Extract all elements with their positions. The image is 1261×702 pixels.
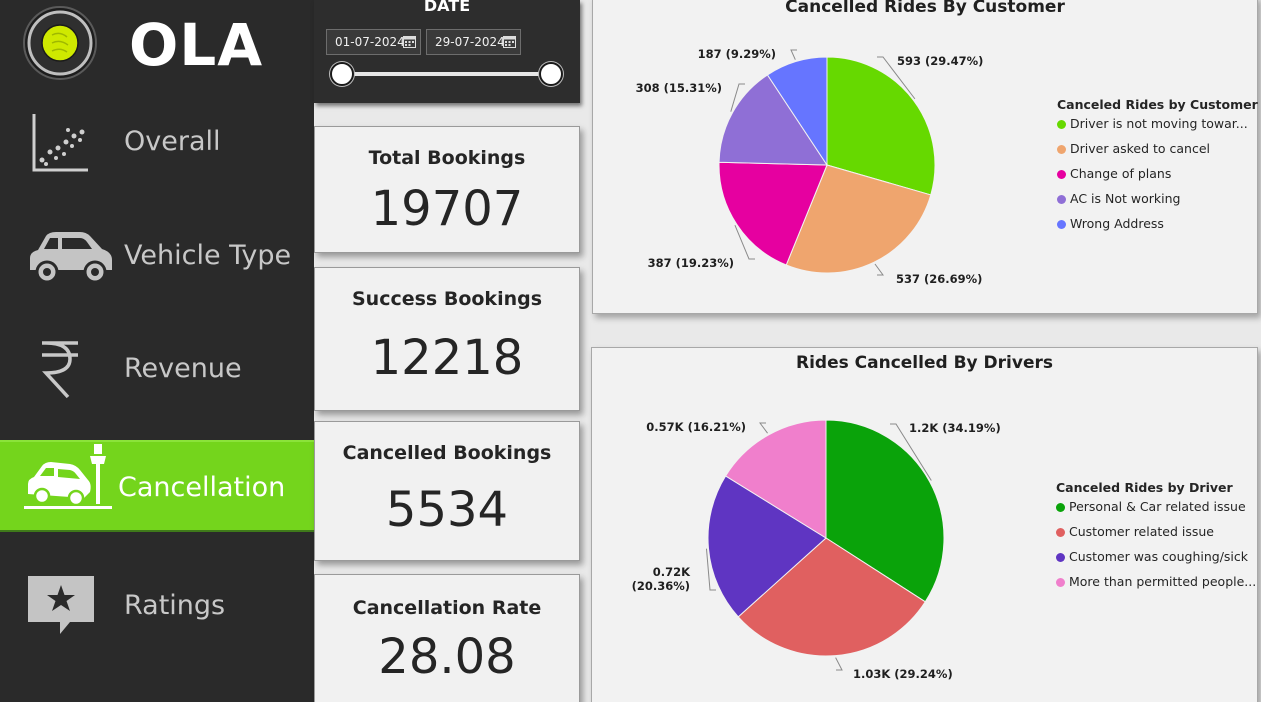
legend-item[interactable]: More than permitted people... <box>1056 574 1256 599</box>
nav-overall-label: Overall <box>124 126 221 157</box>
label-leader-line <box>874 263 884 276</box>
pie-data-label: 537 (26.69%) <box>896 272 982 286</box>
kpi-value: 12218 <box>370 330 524 386</box>
date-slicer-title: DATE <box>423 0 471 15</box>
legend-swatch <box>1056 553 1065 562</box>
kpi-value: 5534 <box>385 482 509 538</box>
legend-swatch <box>1057 195 1066 204</box>
legend-label: Change of plans <box>1070 166 1172 181</box>
legend-swatch <box>1057 120 1066 129</box>
legend-swatch <box>1057 220 1066 229</box>
kpi-title: Cancellation Rate <box>352 597 542 619</box>
legend-title: Canceled Rides by Customer <box>1057 97 1258 112</box>
driver-cancellations-chart: Rides Cancelled By Drivers 1.2K (34.19%)… <box>591 347 1258 702</box>
nav-revenue[interactable]: Revenue <box>0 323 314 415</box>
customer-cancellations-chart: Cancelled Rides By Customer 593 (29.47%)… <box>592 0 1258 314</box>
pie-data-label: 387 (19.23%) <box>648 256 734 270</box>
date-range-track[interactable] <box>342 72 552 76</box>
car-crash-icon <box>24 444 112 509</box>
calendar-icon <box>503 36 516 48</box>
kpi-value: 19707 <box>370 181 524 237</box>
kpi-success-bookings: Success Bookings 12218 <box>314 267 580 411</box>
legend-swatch <box>1056 503 1065 512</box>
nav-ratings[interactable]: Ratings <box>0 560 314 652</box>
kpi-cancelled-bookings: Cancelled Bookings 5534 <box>314 421 580 561</box>
nav-overall[interactable]: Overall <box>0 96 314 188</box>
pie-data-label: (20.36%) <box>632 579 690 593</box>
legend-item[interactable]: Customer was coughing/sick <box>1056 549 1256 574</box>
driver-legend: Canceled Rides by Driver Personal & Car … <box>1056 480 1256 599</box>
nav-cancellation[interactable]: Cancellation <box>0 440 314 532</box>
start-date-value: 01-07-2024 <box>335 35 405 49</box>
legend-label: Driver asked to cancel <box>1070 141 1211 156</box>
legend-swatch <box>1057 145 1066 154</box>
label-leader-line <box>790 49 797 60</box>
legend-item[interactable]: Driver asked to cancel <box>1057 141 1258 166</box>
kpi-total-bookings: Total Bookings 19707 <box>314 126 580 253</box>
date-slicer: DATE 01-07-2024 29-07-2024 <box>314 0 580 103</box>
nav-cancellation-label: Cancellation <box>118 472 286 503</box>
legend-label: Driver is not moving towar... <box>1070 116 1248 131</box>
kpi-value: 28.08 <box>378 629 516 685</box>
legend-swatch <box>1056 528 1065 537</box>
nav-vehicle-type-label: Vehicle Type <box>124 240 292 271</box>
pie-data-label: 308 (15.31%) <box>636 81 722 95</box>
legend-item[interactable]: Wrong Address <box>1057 216 1258 241</box>
nav-ratings-label: Ratings <box>124 590 226 621</box>
kpi-title: Total Bookings <box>368 147 526 169</box>
label-leader-line <box>759 422 768 434</box>
pie-data-label: 1.2K (34.19%) <box>909 421 1001 435</box>
legend-label: Personal & Car related issue <box>1069 499 1246 514</box>
scatter-chart-icon <box>32 114 88 172</box>
kpi-title: Cancelled Bookings <box>342 442 552 464</box>
pie-data-label: 593 (29.47%) <box>897 54 983 68</box>
nav-vehicle-type[interactable]: Vehicle Type <box>0 210 314 302</box>
legend-swatch <box>1057 170 1066 179</box>
pie-data-label: 0.57K (16.21%) <box>646 420 746 434</box>
car-icon <box>30 232 112 284</box>
legend-item[interactable]: AC is Not working <box>1057 191 1258 216</box>
ola-logo[interactable]: OLA <box>22 5 272 80</box>
calendar-icon <box>403 36 416 48</box>
range-end-handle[interactable] <box>539 62 563 86</box>
label-leader-line <box>835 657 843 671</box>
rupee-icon <box>42 341 78 399</box>
legend-swatch <box>1056 578 1065 587</box>
legend-item[interactable]: Change of plans <box>1057 166 1258 191</box>
ola-logo-icon <box>23 6 97 80</box>
nav-revenue-label: Revenue <box>124 353 242 384</box>
legend-label: More than permitted people... <box>1069 574 1257 589</box>
start-date-input[interactable]: 01-07-2024 <box>326 29 421 55</box>
star-message-icon <box>28 576 94 634</box>
legend-label: AC is Not working <box>1070 191 1181 206</box>
sidebar: OLA Overall Vehicle Type Revenue Cancell… <box>0 0 314 702</box>
legend-label: Wrong Address <box>1070 216 1164 231</box>
kpi-cancellation-rate: Cancellation Rate 28.08 <box>314 574 580 702</box>
end-date-value: 29-07-2024 <box>435 35 505 49</box>
pie-data-label: 187 (9.29%) <box>698 47 776 61</box>
customer-legend: Canceled Rides by Customer Driver is not… <box>1057 97 1258 241</box>
logo-text: OLA <box>129 11 264 79</box>
end-date-input[interactable]: 29-07-2024 <box>426 29 521 55</box>
range-start-handle[interactable] <box>330 62 354 86</box>
legend-item[interactable]: Personal & Car related issue <box>1056 499 1256 524</box>
legend-title: Canceled Rides by Driver <box>1056 480 1233 495</box>
pie-data-label: 0.72K <box>653 565 691 579</box>
kpi-title: Success Bookings <box>351 288 543 310</box>
legend-label: Customer was coughing/sick <box>1069 549 1248 564</box>
legend-item[interactable]: Customer related issue <box>1056 524 1256 549</box>
legend-item[interactable]: Driver is not moving towar... <box>1057 116 1258 141</box>
pie-data-label: 1.03K (29.24%) <box>853 667 953 681</box>
legend-label: Customer related issue <box>1069 524 1214 539</box>
